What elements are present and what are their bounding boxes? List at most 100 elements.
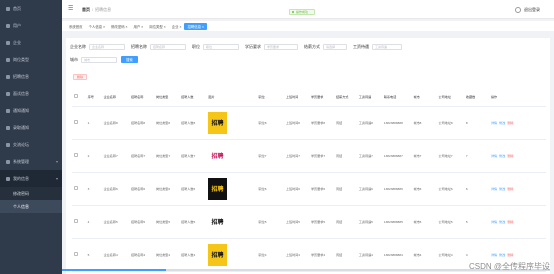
edit-button[interactable]: 修改: [499, 220, 505, 224]
filter-input[interactable]: 学历要求: [264, 44, 298, 50]
row-checkbox[interactable]: [74, 219, 78, 223]
sidebar-subitem[interactable]: 修改密码: [0, 187, 62, 200]
sidebar-item[interactable]: 我的信息 ▾: [0, 170, 62, 187]
row-checkbox[interactable]: [74, 153, 78, 157]
sidebar-item-label: 录取通知: [13, 124, 29, 130]
table-cell: 学历要求4: [308, 238, 335, 272]
filter-input[interactable]: 职位: [203, 44, 239, 50]
sidebar-item[interactable]: 企业: [0, 34, 62, 51]
view-button[interactable]: 详情: [491, 220, 497, 224]
success-toast: 操作成功: [289, 9, 315, 15]
edit-button[interactable]: 修改: [499, 187, 505, 191]
delete-button[interactable]: 删除: [507, 154, 513, 158]
filter-row-1: 企业名称 企业名称 招聘名称 招聘名称 职位 职位 学历要求 学历要求 结薪方式 请选择 工资待遇工…: [70, 44, 402, 50]
edit-button[interactable]: 修改: [499, 121, 505, 125]
filter-label: 企业名称: [70, 44, 86, 49]
batch-delete-label: 删除: [77, 75, 84, 79]
table-cell: 公司地址5: [436, 205, 464, 239]
table-row: 1 企业名称8 招聘名称8 岗位类型8 招聘人数8 招聘 职位8 上班时间8 学历要求8 周结 工资…: [72, 106, 546, 140]
sidebar-item[interactable]: 通知通知: [0, 102, 62, 119]
tab-item[interactable]: 企业 ×: [169, 23, 185, 30]
sidebar-item[interactable]: 交流论坛: [0, 136, 62, 153]
success-icon: [292, 11, 294, 13]
table-cell: 13823888888: [381, 106, 412, 140]
filter-input[interactable]: 企业名称: [89, 44, 125, 50]
checkbox-cell: [72, 106, 86, 140]
sidebar-item[interactable]: 岗位类型: [0, 51, 62, 68]
select-all-checkbox[interactable]: [74, 94, 78, 99]
delete-button[interactable]: 删除: [507, 187, 513, 191]
table-cell: 城市7: [411, 139, 437, 173]
table-cell: 岗位类型5: [154, 205, 180, 239]
job-poster-image: 招聘: [208, 210, 228, 233]
checkbox-cell: [72, 139, 86, 173]
menu-icon: [6, 159, 10, 164]
table-cell: 城市5: [411, 205, 437, 239]
view-button[interactable]: 详情: [491, 121, 497, 125]
tab-item[interactable]: 用户 ×: [131, 23, 147, 30]
menu-icon: [6, 6, 10, 11]
logout-area[interactable]: 退出登录: [515, 7, 540, 13]
logout-link[interactable]: 退出登录: [524, 7, 540, 13]
view-button[interactable]: 详情: [491, 154, 497, 158]
avatar: [515, 7, 521, 13]
sidebar-item-label: 系统管理: [13, 158, 29, 164]
tab-item[interactable]: 招聘信息 ×: [184, 22, 207, 30]
table-cell: 职位8: [256, 106, 284, 140]
edit-button[interactable]: 修改: [499, 154, 505, 158]
job-poster-image: 招聘: [208, 177, 228, 200]
table-cell: 招聘名称6: [128, 172, 155, 206]
sidebar-item[interactable]: 录取通知: [0, 119, 62, 136]
sidebar-subitem[interactable]: 个人信息: [0, 200, 62, 213]
table-cell: 5: [85, 238, 102, 272]
column-header: 收藏数: [463, 88, 489, 107]
sidebar-item[interactable]: 面试信息: [0, 85, 62, 102]
filter-label: 工资待遇: [353, 44, 369, 49]
sidebar-item-label: 首页: [13, 5, 21, 11]
delete-button[interactable]: 删除: [507, 220, 513, 224]
filter-label: 结薪方式: [304, 44, 320, 49]
sidebar-item-label: 面试信息: [13, 90, 29, 96]
tab-item[interactable]: 岗位类型 ×: [146, 23, 168, 30]
menu-icon: [6, 91, 10, 96]
row-checkbox[interactable]: [74, 252, 78, 256]
column-header: 岗位类型: [154, 88, 180, 107]
table-cell: 招聘人数5: [179, 205, 207, 239]
view-button[interactable]: 详情: [491, 187, 497, 191]
filter-input[interactable]: 工资待遇: [372, 44, 402, 50]
table-cell: 企业名称6: [101, 172, 129, 206]
horizontal-scrollbar-thumb[interactable]: [62, 269, 166, 271]
breadcrumb: 首页 / 招聘信息: [82, 7, 112, 12]
delete-button[interactable]: 删除: [507, 253, 513, 257]
table-cell: 上班时间6: [283, 172, 309, 206]
table-cell: 上班时间5: [283, 205, 309, 239]
view-button[interactable]: 详情: [491, 253, 497, 257]
filter-input[interactable]: 城市: [81, 56, 117, 63]
search-button-label: 搜索: [126, 58, 133, 62]
edit-button[interactable]: 修改: [499, 253, 505, 257]
sidebar-item[interactable]: 用户: [0, 17, 62, 34]
tab-item[interactable]: 系统首页: [66, 23, 86, 30]
table-cell: 招聘人数4: [179, 238, 207, 272]
sidebar-item[interactable]: 招聘信息: [0, 68, 62, 85]
sidebar-item-label: 招聘信息: [13, 73, 29, 79]
tab-item[interactable]: 个人信息 ×: [86, 23, 108, 30]
column-header: 联系电话: [381, 88, 412, 107]
tab-item[interactable]: 修改密码 ×: [108, 23, 130, 30]
filter-input[interactable]: 招聘名称: [150, 44, 186, 50]
delete-button[interactable]: 删除: [507, 121, 513, 125]
row-checkbox[interactable]: [74, 120, 78, 124]
breadcrumb-home[interactable]: 首页: [82, 7, 90, 12]
menu-icon: [6, 176, 10, 181]
search-button[interactable]: 搜索: [121, 56, 138, 63]
menu-toggle-icon[interactable]: ☰: [68, 5, 73, 12]
batch-delete-button[interactable]: 删除: [73, 74, 88, 80]
chevron-down-icon: ▾: [55, 176, 58, 181]
table-cell: 公司地址4: [436, 238, 464, 272]
row-checkbox[interactable]: [74, 186, 78, 190]
sidebar-item[interactable]: 系统管理 ▾: [0, 153, 62, 170]
column-header: 城市: [411, 88, 437, 107]
table-cell: 城市4: [411, 238, 437, 272]
filter-input[interactable]: 请选择: [323, 44, 347, 50]
sidebar-item[interactable]: 首页: [0, 0, 62, 17]
